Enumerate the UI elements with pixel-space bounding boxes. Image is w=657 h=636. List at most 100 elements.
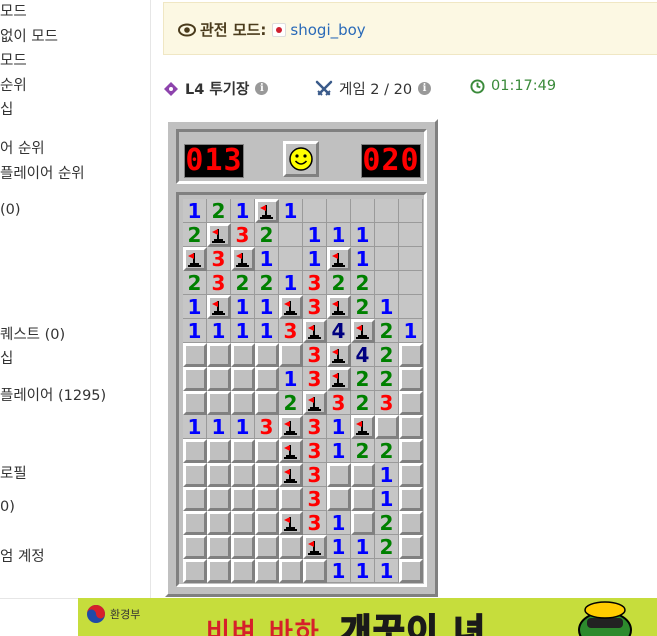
flag-icon[interactable] — [183, 247, 207, 271]
number-cell[interactable]: 1 — [375, 487, 399, 511]
closed-cell[interactable] — [303, 559, 327, 583]
closed-cell[interactable] — [231, 535, 255, 559]
number-cell[interactable]: 3 — [303, 439, 327, 463]
flag-icon[interactable] — [279, 511, 303, 535]
flag-icon[interactable] — [303, 535, 327, 559]
sidebar-item-10[interactable]: 플레이어 (1295) — [0, 387, 106, 405]
sidebar-item-13[interactable]: 엄 계정 — [0, 548, 45, 566]
number-cell[interactable]: 3 — [303, 367, 327, 391]
flag-icon[interactable] — [303, 391, 327, 415]
closed-cell[interactable] — [279, 343, 303, 367]
closed-cell[interactable] — [327, 463, 351, 487]
closed-cell[interactable] — [399, 511, 423, 535]
number-cell[interactable]: 2 — [255, 223, 279, 247]
number-cell[interactable]: 1 — [327, 559, 351, 583]
closed-cell[interactable] — [231, 343, 255, 367]
empty-cell[interactable] — [375, 247, 399, 271]
closed-cell[interactable] — [351, 463, 375, 487]
flag-icon[interactable] — [207, 295, 231, 319]
number-cell[interactable]: 1 — [255, 247, 279, 271]
number-cell[interactable]: 1 — [375, 463, 399, 487]
closed-cell[interactable] — [255, 487, 279, 511]
closed-cell[interactable] — [183, 511, 207, 535]
number-cell[interactable]: 1 — [351, 223, 375, 247]
closed-cell[interactable] — [255, 343, 279, 367]
flag-icon[interactable] — [351, 319, 375, 343]
empty-cell[interactable] — [327, 199, 351, 223]
number-cell[interactable]: 4 — [351, 343, 375, 367]
flag-icon[interactable] — [327, 343, 351, 367]
spectated-player-link[interactable]: shogi_boy — [290, 21, 365, 39]
closed-cell[interactable] — [231, 487, 255, 511]
number-cell[interactable]: 3 — [375, 391, 399, 415]
number-cell[interactable]: 1 — [351, 535, 375, 559]
closed-cell[interactable] — [231, 439, 255, 463]
number-cell[interactable]: 3 — [303, 271, 327, 295]
sidebar-item-5[interactable]: 어 순위 — [0, 140, 45, 158]
closed-cell[interactable] — [207, 463, 231, 487]
number-cell[interactable]: 3 — [279, 319, 303, 343]
flag-icon[interactable] — [279, 295, 303, 319]
closed-cell[interactable] — [255, 439, 279, 463]
game-info-icon[interactable]: i — [418, 82, 432, 95]
number-cell[interactable]: 1 — [183, 295, 207, 319]
number-cell[interactable]: 2 — [375, 343, 399, 367]
number-cell[interactable]: 1 — [327, 511, 351, 535]
closed-cell[interactable] — [255, 535, 279, 559]
closed-cell[interactable] — [207, 511, 231, 535]
closed-cell[interactable] — [231, 463, 255, 487]
number-cell[interactable]: 2 — [231, 271, 255, 295]
sidebar-item-11[interactable]: 로필 — [0, 465, 27, 483]
number-cell[interactable]: 2 — [255, 271, 279, 295]
closed-cell[interactable] — [327, 487, 351, 511]
number-cell[interactable]: 1 — [399, 319, 423, 343]
flag-icon[interactable] — [327, 295, 351, 319]
number-cell[interactable]: 2 — [351, 271, 375, 295]
number-cell[interactable]: 2 — [351, 391, 375, 415]
number-cell[interactable]: 3 — [303, 295, 327, 319]
sidebar-item-3[interactable]: 순위 — [0, 77, 27, 95]
closed-cell[interactable] — [399, 439, 423, 463]
number-cell[interactable]: 2 — [207, 199, 231, 223]
closed-cell[interactable] — [231, 559, 255, 583]
sidebar-item-4[interactable]: 십 — [0, 101, 13, 119]
empty-cell[interactable] — [279, 223, 303, 247]
number-cell[interactable]: 1 — [303, 223, 327, 247]
closed-cell[interactable] — [207, 343, 231, 367]
closed-cell[interactable] — [183, 391, 207, 415]
empty-cell[interactable] — [399, 247, 423, 271]
number-cell[interactable]: 1 — [183, 199, 207, 223]
closed-cell[interactable] — [255, 511, 279, 535]
sidebar-item-7[interactable]: (0) — [0, 201, 21, 219]
number-cell[interactable]: 3 — [207, 271, 231, 295]
number-cell[interactable]: 2 — [327, 271, 351, 295]
number-cell[interactable]: 1 — [231, 415, 255, 439]
closed-cell[interactable] — [279, 487, 303, 511]
closed-cell[interactable] — [399, 343, 423, 367]
number-cell[interactable]: 2 — [375, 511, 399, 535]
number-cell[interactable]: 1 — [207, 319, 231, 343]
number-cell[interactable]: 2 — [351, 439, 375, 463]
number-cell[interactable]: 3 — [255, 415, 279, 439]
smile-face-button[interactable] — [283, 141, 319, 177]
closed-cell[interactable] — [207, 439, 231, 463]
closed-cell[interactable] — [183, 463, 207, 487]
advertisement-banner[interactable]: 환경부 비벼 바하 개끗이 녀 — [78, 598, 657, 636]
closed-cell[interactable] — [207, 535, 231, 559]
number-cell[interactable]: 2 — [375, 319, 399, 343]
number-cell[interactable]: 3 — [303, 463, 327, 487]
closed-cell[interactable] — [231, 367, 255, 391]
number-cell[interactable]: 2 — [183, 271, 207, 295]
number-cell[interactable]: 1 — [279, 367, 303, 391]
closed-cell[interactable] — [351, 487, 375, 511]
closed-cell[interactable] — [183, 367, 207, 391]
number-cell[interactable]: 2 — [183, 223, 207, 247]
closed-cell[interactable] — [231, 511, 255, 535]
flag-icon[interactable] — [327, 247, 351, 271]
number-cell[interactable]: 1 — [351, 247, 375, 271]
sidebar-item-1[interactable]: 없이 모드 — [0, 28, 58, 46]
number-cell[interactable]: 1 — [303, 247, 327, 271]
closed-cell[interactable] — [207, 367, 231, 391]
number-cell[interactable]: 1 — [327, 415, 351, 439]
closed-cell[interactable] — [183, 559, 207, 583]
